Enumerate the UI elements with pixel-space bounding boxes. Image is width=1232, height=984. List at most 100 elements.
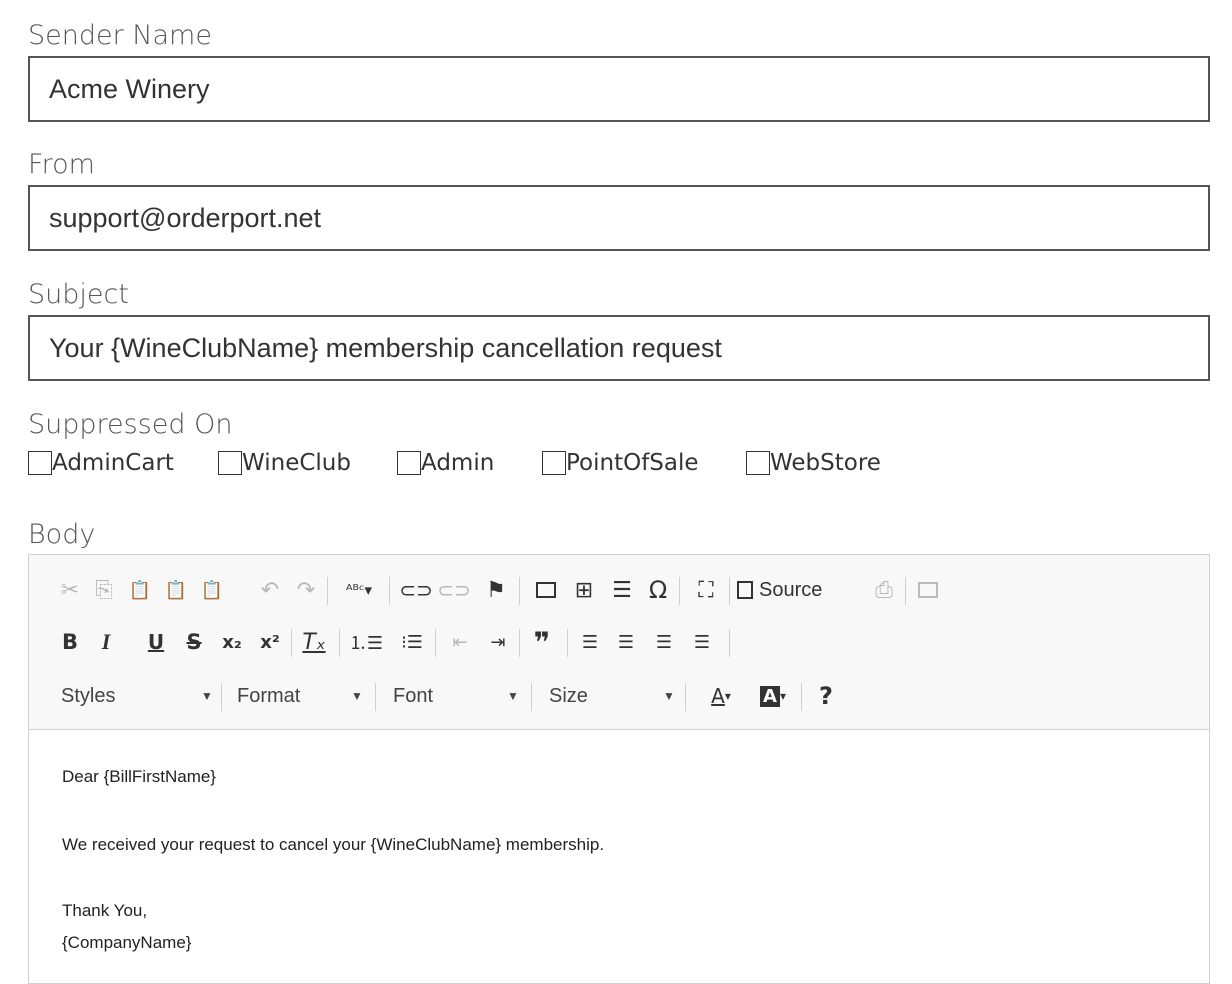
paste-from-word-icon[interactable]: 📋 <box>195 573 229 607</box>
checkbox-webstore[interactable]: WebStore <box>746 450 881 476</box>
toolbar-separator <box>375 683 376 711</box>
checkbox-label: WineClub <box>242 450 351 476</box>
chevron-down-icon: ▼ <box>351 689 363 703</box>
toolbar-separator <box>567 629 568 657</box>
body-line-signoff: Thank You, <box>62 901 148 920</box>
toolbar-separator <box>519 629 520 657</box>
increase-indent-icon[interactable]: ⇥ <box>481 625 515 659</box>
checkbox-wineclub[interactable]: WineClub <box>218 450 351 476</box>
checkbox-label: AdminCart <box>52 450 174 476</box>
suppressed-on-label: Suppressed On <box>28 409 233 440</box>
checkbox-box[interactable] <box>28 451 52 475</box>
subject-label: Subject <box>28 279 129 310</box>
checkbox-admincart[interactable]: AdminCart <box>28 450 174 476</box>
chevron-down-icon: ▼ <box>201 689 213 703</box>
checkbox-label: WebStore <box>770 450 881 476</box>
font-label: Font <box>393 684 434 707</box>
paste-text-icon[interactable]: 📋 <box>159 573 193 607</box>
checkbox-box[interactable] <box>218 451 242 475</box>
checkbox-pointofsale[interactable]: PointOfSale <box>542 450 699 476</box>
checkbox-admin[interactable]: Admin <box>397 450 494 476</box>
toolbar-separator <box>291 629 292 657</box>
toolbar-separator <box>685 683 686 711</box>
size-label: Size <box>549 684 588 707</box>
toolbar-separator <box>327 577 328 605</box>
link-icon[interactable]: ⊂⊃ <box>399 573 433 607</box>
paste-icon[interactable]: 📋 <box>123 573 157 607</box>
toolbar-separator <box>679 577 680 605</box>
image-icon[interactable] <box>529 573 563 607</box>
checkbox-box[interactable] <box>746 451 770 475</box>
body-line-message: We received your request to cancel your … <box>62 835 605 854</box>
checkbox-label: PointOfSale <box>566 450 699 476</box>
styles-label: Styles <box>61 684 116 707</box>
checkbox-label: Admin <box>421 450 495 476</box>
background-color-button[interactable]: A ▾ <box>751 679 795 713</box>
text-color-icon: A <box>711 684 725 708</box>
format-label: Format <box>237 684 301 707</box>
superscript-icon[interactable]: x² <box>253 625 287 659</box>
sender-name-input[interactable]: Acme Winery <box>28 56 1210 122</box>
source-icon <box>737 581 753 599</box>
source-label: Source <box>759 578 823 601</box>
undo-icon[interactable]: ↶ <box>253 573 287 607</box>
chevron-down-icon: ▼ <box>507 689 519 703</box>
special-character-icon[interactable]: Ω <box>641 573 675 607</box>
toolbar-separator <box>389 577 390 605</box>
editor-toolbar: ✂ ⎘ 📋 📋 📋 ↶ ↷ ᴬᴮᶜ▾ ⊂⊃ ⊂⊃ ⚑ ⊞ ☰ Ω ⛶ Sourc… <box>29 555 1209 730</box>
toolbar-separator <box>435 629 436 657</box>
toolbar-separator <box>339 629 340 657</box>
anchor-flag-icon[interactable]: ⚑ <box>479 573 513 607</box>
size-dropdown[interactable]: Size ▼ <box>549 679 679 713</box>
from-input[interactable]: support@orderport.net <box>28 185 1210 251</box>
toolbar-separator <box>729 629 730 657</box>
toolbar-separator <box>729 577 730 605</box>
align-center-icon[interactable]: ☰ <box>609 625 643 659</box>
maximize-icon[interactable]: ⛶ <box>689 573 723 607</box>
cut-icon[interactable]: ✂ <box>53 573 87 607</box>
font-dropdown[interactable]: Font ▼ <box>393 679 533 713</box>
chevron-down-icon: ▼ <box>663 689 675 703</box>
from-label: From <box>28 149 95 180</box>
background-color-icon: A <box>760 685 780 707</box>
image-manager-icon[interactable] <box>911 573 945 607</box>
body-line-company: {CompanyName} <box>62 933 192 952</box>
toolbar-separator <box>531 683 532 711</box>
sender-name-label: Sender Name <box>28 20 212 51</box>
toolbar-separator <box>519 577 520 605</box>
bold-icon[interactable]: B <box>53 625 87 659</box>
copy-icon[interactable]: ⎘ <box>87 573 121 607</box>
checkbox-box[interactable] <box>397 451 421 475</box>
align-left-icon[interactable]: ☰ <box>573 625 607 659</box>
checkbox-box[interactable] <box>542 451 566 475</box>
align-right-icon[interactable]: ☰ <box>647 625 681 659</box>
source-button[interactable]: Source <box>737 573 847 607</box>
body-label: Body <box>28 519 96 550</box>
help-icon[interactable]: ? <box>809 679 843 713</box>
redo-icon[interactable]: ↷ <box>289 573 323 607</box>
text-color-button[interactable]: A ▾ <box>699 679 743 713</box>
toolbar-separator <box>221 683 222 711</box>
align-justify-icon[interactable]: ☰ <box>685 625 719 659</box>
table-icon[interactable]: ⊞ <box>567 573 601 607</box>
rich-text-editor: ✂ ⎘ 📋 📋 📋 ↶ ↷ ᴬᴮᶜ▾ ⊂⊃ ⊂⊃ ⚑ ⊞ ☰ Ω ⛶ Sourc… <box>28 554 1210 984</box>
bulleted-list-icon[interactable]: ⁝☰ <box>395 625 429 659</box>
unlink-icon[interactable]: ⊂⊃ <box>437 573 471 607</box>
toolbar-separator <box>801 683 802 711</box>
strikethrough-icon[interactable]: S <box>177 625 211 659</box>
numbered-list-icon[interactable]: ⒈☰ <box>349 625 383 659</box>
underline-icon[interactable]: U <box>139 625 173 659</box>
styles-dropdown[interactable]: Styles ▼ <box>61 679 213 713</box>
remove-format-icon[interactable]: Tₓ <box>297 625 331 659</box>
horizontal-line-icon[interactable]: ☰ <box>605 573 639 607</box>
decrease-indent-icon[interactable]: ⇤ <box>443 625 477 659</box>
templates-icon[interactable]: ⎙ <box>867 573 901 607</box>
italic-icon[interactable]: I <box>89 625 123 659</box>
body-line-greeting: Dear {BillFirstName} <box>62 767 216 786</box>
subject-input[interactable]: Your {WineClubName} membership cancellat… <box>28 315 1210 381</box>
toolbar-separator <box>905 577 906 605</box>
subscript-icon[interactable]: x₂ <box>215 625 249 659</box>
format-dropdown[interactable]: Format ▼ <box>237 679 377 713</box>
blockquote-icon[interactable]: ❞ <box>525 625 559 659</box>
spellcheck-icon[interactable]: ᴬᴮᶜ▾ <box>335 573 383 607</box>
